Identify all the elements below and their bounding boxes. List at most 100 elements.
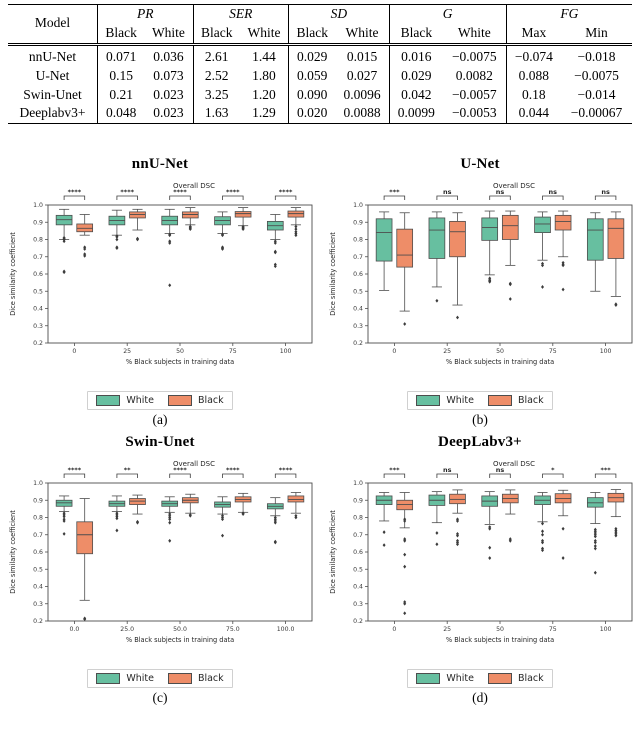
table-cell-model: nnU-Net [28,48,77,64]
svg-text:****: **** [226,188,240,196]
svg-text:ns: ns [601,188,610,196]
figure-cell-b: U-Net Overall DSC 0.2 0.3 0.4 0.5 0.6 0.7 0.8 0.… [320,150,640,428]
svg-text:****: **** [68,466,82,474]
boxplot-box [586,212,604,292]
svg-text:Dice similarity coefficient: Dice similarity coefficient [329,510,337,594]
boxplot-box [181,493,199,518]
legend-label-black: Black [197,673,224,684]
boxplot-box [481,491,499,560]
boxplot-box [55,208,73,275]
legend-swatch-black-icon [487,395,512,406]
legend-d: White Black [320,669,640,688]
legend-item-white-b: White [416,395,474,406]
boxplot-box [554,210,572,292]
boxplot-box [108,495,126,533]
table-row: nnU-Net 0.071 0.036 2.61 1.44 0.029 0.015 0.016… [8,44,632,67]
figure-cell-d: DeepLabv3+ Overall DSC 0.2 0.3 0.4 0.5 0.6 0.7… [320,428,640,706]
table-cell-value: 0.044 [505,104,562,124]
legend-item-black-b: Black [487,395,544,406]
table-cell-value: −0.0075 [451,48,497,64]
header-ser-white: White [247,24,281,40]
svg-text:****: **** [226,466,240,474]
svg-text:100: 100 [600,626,612,633]
table-cell-value: −0.0057 [451,86,497,102]
svg-text:Dice similarity coefficient: Dice similarity coefficient [9,232,17,316]
header-g-black: Black [388,23,443,45]
svg-text:0.3: 0.3 [353,601,363,608]
svg-text:0.0: 0.0 [69,626,79,633]
boxplot-box [161,496,179,543]
boxplot-box [161,208,179,288]
table-cell-value: 0.21 [97,85,145,105]
header-group-pr: PR [97,4,194,24]
svg-text:0.9: 0.9 [353,219,363,226]
svg-text:100: 100 [280,348,292,355]
boxplot-svg-a: Overall DSC0.20.30.40.50.60.70.80.91.0Di… [9,182,313,366]
boxplot-box [428,211,446,303]
significance-bracket: ns [594,188,617,200]
svg-text:0.6: 0.6 [33,549,43,556]
table-cell-value: 0.073 [153,67,184,83]
boxplot-box [234,207,252,232]
svg-text:0.5: 0.5 [353,566,363,573]
svg-text:75: 75 [229,348,237,355]
legend-a: White Black [0,391,320,410]
legend-item-black-a: Black [167,395,224,406]
table-cell-value: 0.0082 [455,67,493,83]
svg-text:1.0: 1.0 [353,480,363,487]
svg-text:0.2: 0.2 [33,618,43,625]
svg-text:50: 50 [496,348,504,355]
legend-label-white: White [446,395,474,406]
svg-text:50.0: 50.0 [173,626,187,633]
svg-text:ns: ns [549,188,558,196]
header-ser-black: Black [192,23,240,45]
boxplot-box [375,211,393,291]
figure-cell-c: Swin-Unet Overall DSC 0.2 0.3 0.4 0.5 0.6 0.7 0… [0,428,320,706]
boxplot-box [266,214,284,269]
legend-label-white: White [126,673,154,684]
svg-text:0.9: 0.9 [33,219,43,226]
svg-text:25.0: 25.0 [120,626,134,633]
boxplot-box [266,497,284,545]
legend-label-white: White [126,395,154,406]
table-cell-value: 1.29 [252,105,276,121]
svg-text:0.7: 0.7 [353,532,363,539]
table-row: U-Net 0.15 0.073 2.52 1.80 0.059 0.027 0.029 0.0… [8,66,632,86]
header-sd-white: White [345,24,379,40]
significance-bracket: *** [383,188,406,200]
svg-text:50: 50 [496,626,504,633]
boxplot-box [108,209,126,251]
boxplot-box [501,210,519,301]
boxplot-box [129,494,146,525]
table-cell-value: 0.048 [97,104,145,124]
figure-row-top: nnU-Net Overall DSC 0.2 0.3 0.4 0.5 0.6 0.7 0.8… [0,150,640,428]
svg-text:0.7: 0.7 [33,532,43,539]
legend-label-black: Black [517,673,544,684]
figure-cell-a: nnU-Net Overall DSC 0.2 0.3 0.4 0.5 0.6 0.7 0.8… [0,150,320,428]
svg-text:0.3: 0.3 [33,323,43,330]
legend-swatch-white-icon [416,673,441,684]
legend-box-a: White Black [87,391,233,410]
significance-bracket: ns [542,188,564,200]
significance-bracket: *** [594,466,617,478]
table-cell-value: −0.0053 [451,105,497,121]
significance-bracket: **** [116,188,138,200]
plot-a: Overall DSC 0.2 0.3 0.4 0.5 0.6 0.7 0.8 0.9 1.0 Di… [0,175,320,390]
table-cell-value: 3.25 [192,85,240,105]
boxplot-svg-c: Overall DSC0.20.30.40.50.60.70.80.91.0Di… [9,460,313,644]
table-cell-value: 2.52 [192,66,240,86]
svg-text:100: 100 [600,348,612,355]
plot-d: Overall DSC 0.2 0.3 0.4 0.5 0.6 0.7 0.8 0.9 1.0 Di… [320,453,640,668]
boxplot-box [428,491,446,547]
svg-text:ns: ns [496,188,505,196]
figure-page: Model PR SER SD G FG Black White Black W… [0,0,640,744]
table-cell-value: 1.20 [252,86,276,102]
table-cell-value: 0.18 [505,85,562,105]
boxplot-box [287,207,305,238]
table-cell-value: 1.80 [252,67,276,83]
table-cell-value: −0.0075 [574,67,619,83]
header-fg-min: Min [585,24,608,40]
boxplot-box [287,492,305,520]
header-group-ser: SER [192,4,289,24]
header-g-white: White [457,24,491,40]
